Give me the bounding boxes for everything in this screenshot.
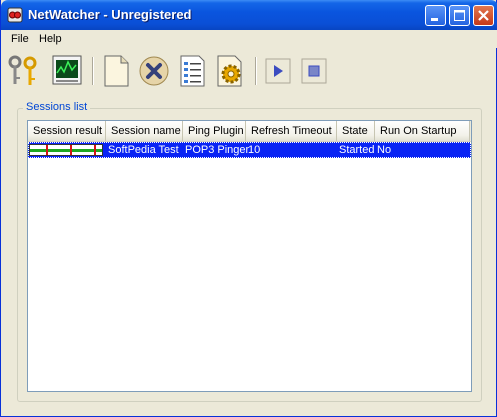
- toolbar: [2, 49, 497, 95]
- column-header-run-on-startup[interactable]: Run On Startup: [375, 121, 470, 141]
- maximize-icon: [454, 10, 465, 21]
- monitor-button[interactable]: [50, 53, 84, 89]
- column-header-state[interactable]: State: [337, 121, 375, 141]
- sessions-list-label: Sessions list: [23, 101, 91, 113]
- monitor-chart-icon: [52, 55, 82, 85]
- title-bar[interactable]: NetWatcher - Unregistered: [1, 0, 497, 30]
- app-window: NetWatcher - Unregistered File Help Sess…: [0, 0, 497, 417]
- result-graph-tick: [46, 145, 48, 155]
- delete-session-button[interactable]: [137, 53, 171, 89]
- toolbar-separator: [92, 57, 94, 85]
- stop-icon: [301, 58, 327, 84]
- stop-button[interactable]: [298, 53, 332, 89]
- menu-file[interactable]: File: [11, 33, 29, 45]
- session-name-cell: SoftPedia Test: [108, 144, 179, 156]
- column-header-ping-plugin[interactable]: Ping Plugin: [183, 121, 246, 141]
- menu-help[interactable]: Help: [39, 33, 62, 45]
- column-header-refresh-timeout[interactable]: Refresh Timeout: [246, 121, 337, 141]
- state-cell: Started: [339, 144, 375, 156]
- delete-icon: [139, 56, 169, 86]
- window-title: NetWatcher - Unregistered: [28, 7, 192, 22]
- settings-button[interactable]: [213, 53, 247, 89]
- start-button[interactable]: [262, 53, 296, 89]
- keys-icon: [8, 55, 37, 85]
- play-icon: [265, 58, 291, 84]
- result-graph-tick: [70, 145, 72, 155]
- table-row[interactable]: SoftPedia Test POP3 Pinger 10 Started No: [28, 142, 471, 158]
- minimize-button[interactable]: [425, 5, 446, 26]
- session-result-cell: [28, 142, 106, 158]
- new-session-button[interactable]: [99, 53, 133, 89]
- close-icon: [478, 10, 489, 21]
- column-header-session-result[interactable]: Session result: [28, 121, 106, 141]
- listview-header: Session result Session name Ping Plugin …: [28, 121, 471, 142]
- ping-plugin-cell: POP3 Pinger: [185, 144, 250, 156]
- refresh-timeout-cell: 10: [248, 144, 261, 156]
- toolbar-separator: [255, 57, 257, 85]
- result-graph-tick: [94, 145, 96, 155]
- close-button[interactable]: [473, 5, 494, 26]
- new-document-icon: [104, 55, 129, 87]
- run-on-startup-cell: No: [377, 144, 392, 156]
- maximize-button[interactable]: [449, 5, 470, 26]
- properties-button[interactable]: [175, 53, 209, 89]
- result-graph-line: [30, 149, 102, 152]
- menu-bar: File Help: [2, 30, 497, 48]
- session-result-graph: [29, 144, 103, 156]
- minimize-icon: [431, 18, 438, 21]
- column-header-session-name[interactable]: Session name: [106, 121, 183, 141]
- app-icon[interactable]: [7, 7, 23, 23]
- sessions-listview[interactable]: Session result Session name Ping Plugin …: [27, 120, 472, 392]
- keys-button[interactable]: [6, 53, 40, 89]
- properties-document-icon: [180, 55, 205, 87]
- settings-gear-icon: [217, 55, 242, 87]
